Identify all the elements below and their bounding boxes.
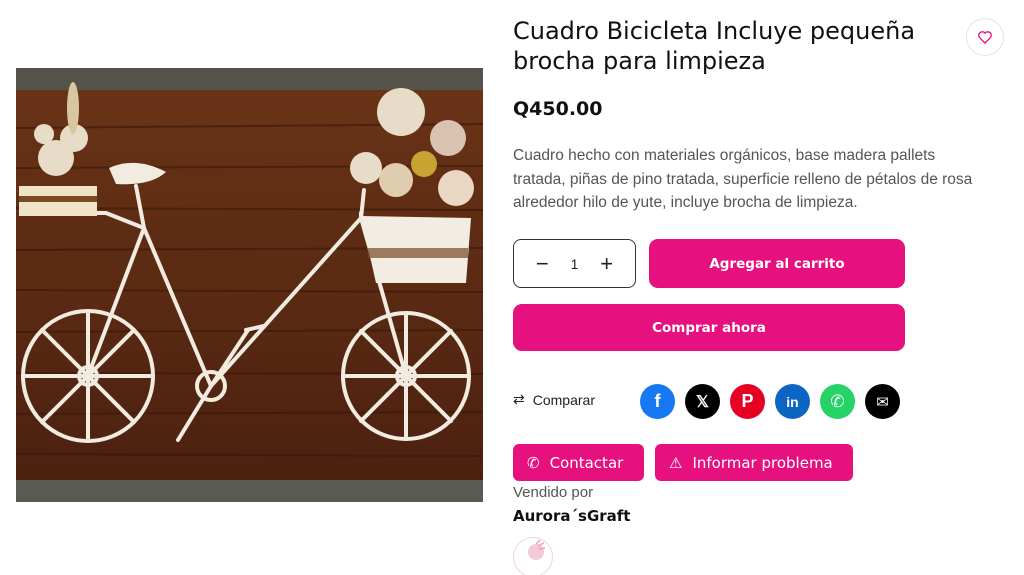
seller-name[interactable]: Aurora´sGraft xyxy=(513,507,630,525)
x-share-button[interactable]: 𝕏 xyxy=(685,384,720,419)
pinterest-icon: P xyxy=(741,391,754,411)
facebook-icon: f xyxy=(654,391,661,411)
decrement-button[interactable]: − xyxy=(536,252,549,275)
compare-label: Comparar xyxy=(532,391,595,408)
contact-label: Contactar xyxy=(549,453,624,472)
whatsapp-share-button[interactable]: ✆ xyxy=(820,384,855,419)
contact-button[interactable]: ✆ Contactar xyxy=(513,444,644,481)
sold-by-label: Vendido por xyxy=(513,484,594,501)
quantity-value: 1 xyxy=(570,255,579,272)
add-to-cart-button[interactable]: Agregar al carrito xyxy=(649,239,905,288)
bicycle-artwork xyxy=(16,68,483,502)
share-links: f 𝕏 P in ✆ ✉ xyxy=(640,384,900,419)
linkedin-icon: in xyxy=(786,393,799,410)
facebook-share-button[interactable]: f xyxy=(640,384,675,419)
pinterest-share-button[interactable]: P xyxy=(730,384,765,419)
seller-logo-image xyxy=(528,539,546,560)
phone-icon: ✆ xyxy=(527,453,540,472)
seller-logo[interactable] xyxy=(513,537,553,575)
product-price: Q450.00 xyxy=(513,98,603,120)
product-description: Cuadro hecho con materiales orgánicos, b… xyxy=(513,147,973,211)
heart-icon xyxy=(978,31,992,44)
email-share-button[interactable]: ✉ xyxy=(865,384,900,419)
x-icon: 𝕏 xyxy=(696,393,709,411)
report-label: Informar problema xyxy=(692,453,833,472)
basket-left xyxy=(19,186,97,216)
linkedin-share-button[interactable]: in xyxy=(775,384,810,419)
email-icon: ✉ xyxy=(876,393,889,411)
warning-icon: ⚠ xyxy=(669,453,683,472)
basket-right xyxy=(361,216,471,283)
quantity-stepper[interactable]: − 1 + xyxy=(513,239,636,288)
product-title: Cuadro Bicicleta Incluye pequeña brocha … xyxy=(513,17,916,75)
increment-button[interactable]: + xyxy=(600,252,613,275)
product-image[interactable] xyxy=(16,68,483,502)
buy-now-button[interactable]: Comprar ahora xyxy=(513,304,905,351)
whatsapp-icon: ✆ xyxy=(830,391,845,411)
compare-button[interactable]: ⇄ Comparar xyxy=(513,391,595,408)
wishlist-button[interactable] xyxy=(966,18,1004,56)
report-problem-button[interactable]: ⚠ Informar problema xyxy=(655,444,853,481)
compare-arrows-icon: ⇄ xyxy=(513,391,525,407)
